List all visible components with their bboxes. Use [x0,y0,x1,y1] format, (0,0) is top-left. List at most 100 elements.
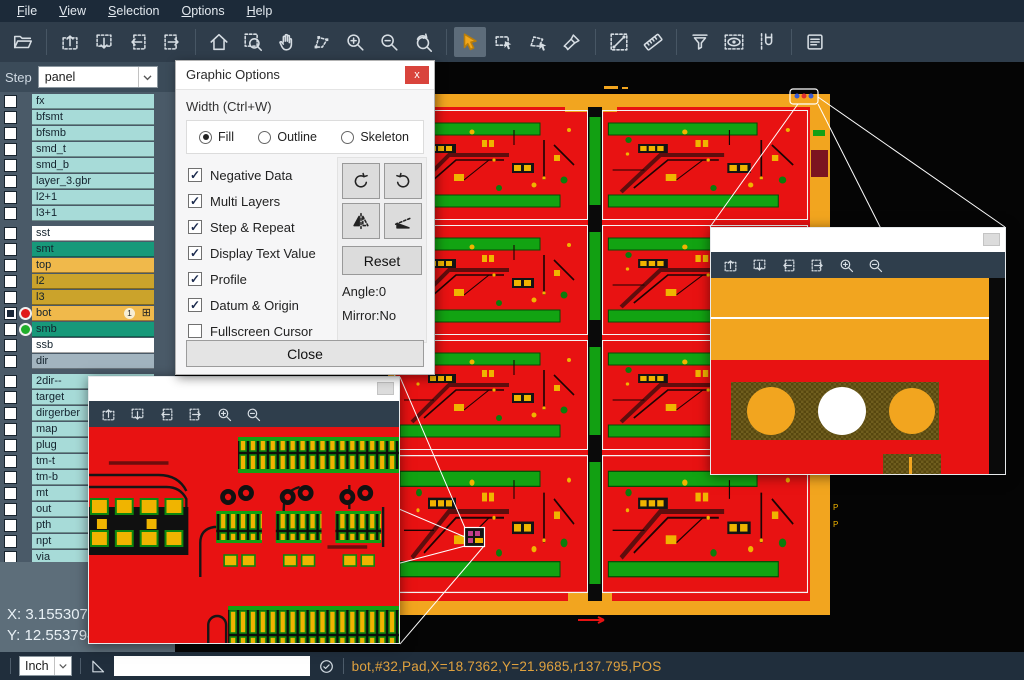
checkbox-box[interactable] [188,324,202,338]
layer-row-smt[interactable]: smt [0,242,175,257]
popup-titlebar[interactable] [89,377,399,401]
layer-row-smb[interactable]: smb [0,322,175,337]
magnifier-window-2[interactable] [710,227,1006,475]
filter-button[interactable] [684,27,716,57]
layer-visibility-checkbox[interactable] [4,503,17,516]
layer-visibility-checkbox[interactable] [4,243,17,256]
checkbox-box[interactable]: ✓ [188,194,202,208]
pan-hand-button[interactable] [271,27,303,57]
box-arrow-down-button[interactable] [749,255,769,275]
layer-row-smd-b[interactable]: smd_b [0,158,175,173]
rect-select-button[interactable] [488,27,520,57]
layer-visibility-checkbox[interactable] [4,275,17,288]
layer-visibility-checkbox[interactable] [4,259,17,272]
layer-visibility-checkbox[interactable] [4,227,17,240]
zoom-in-button[interactable] [836,255,856,275]
checkbox-box[interactable]: ✓ [188,272,202,286]
layer-name[interactable]: fx [32,94,154,109]
radio-outline[interactable]: Outline [258,130,317,144]
checkbox-display-text-value[interactable]: ✓Display Text Value [188,245,344,261]
layer-visibility-checkbox[interactable] [4,207,17,220]
checkbox-profile[interactable]: ✓Profile [188,271,344,287]
radio-circle[interactable] [341,131,354,144]
layer-visibility-checkbox[interactable] [4,291,17,304]
box-arrow-up-button[interactable] [720,255,740,275]
open-folder-button[interactable] [7,27,39,57]
menu-options[interactable]: Options [170,2,235,20]
layer-visibility-checkbox[interactable] [4,407,17,420]
checkbox-fullscreen-cursor[interactable]: Fullscreen Cursor [188,323,344,339]
layer-name[interactable]: l2 [32,274,154,289]
command-input[interactable] [114,656,310,676]
box-arrow-down-button[interactable] [127,404,147,424]
layer-row-fx[interactable]: fx [0,94,175,109]
zoom-in-button[interactable] [214,404,234,424]
layer-visibility-checkbox[interactable] [4,355,17,368]
checkbox-step-repeat[interactable]: ✓Step & Repeat [188,219,344,235]
layer-visibility-checkbox[interactable] [4,143,17,156]
layer-visibility-checkbox[interactable] [4,339,17,352]
box-arrow-left-button[interactable] [122,27,154,57]
brush-clear-button[interactable] [556,27,588,57]
select-cursor-button[interactable] [454,27,486,57]
layer-row-ssb[interactable]: ssb [0,338,175,353]
layer-row-bot[interactable]: bot1⊞ [0,306,175,321]
zoom-area-button[interactable] [237,27,269,57]
zoom-out-button[interactable] [865,255,885,275]
box-arrow-up-button[interactable] [54,27,86,57]
layer-visibility-checkbox[interactable] [4,307,17,320]
confirm-circle-icon[interactable] [318,658,335,675]
layer-name[interactable]: dir [32,354,154,369]
layer-name[interactable]: smb [32,322,154,337]
layer-name[interactable]: bot1⊞ [32,306,154,321]
layer-visibility-checkbox[interactable] [4,423,17,436]
checkbox-box[interactable]: ✓ [188,298,202,312]
rotate-cw-button[interactable] [342,163,380,199]
flip-horizontal-button[interactable] [342,203,380,239]
layer-row-l2-1[interactable]: l2+1 [0,190,175,205]
dialog-titlebar[interactable]: Graphic Options x [176,61,434,90]
layer-name[interactable]: smt [32,242,154,257]
menu-selection[interactable]: Selection [97,2,170,20]
layer-name[interactable]: l2+1 [32,190,154,205]
corner-measure-icon[interactable] [89,658,106,675]
layer-visibility-checkbox[interactable] [4,487,17,500]
layer-row-smd-t[interactable]: smd_t [0,142,175,157]
zoom-out-button[interactable] [373,27,405,57]
menu-help[interactable]: Help [236,2,284,20]
layer-visibility-checkbox[interactable] [4,159,17,172]
poly-select-button[interactable] [522,27,554,57]
zoom-out-button[interactable] [243,404,263,424]
layer-visibility-checkbox[interactable] [4,471,17,484]
checkbox-box[interactable]: ✓ [188,220,202,234]
layer-row-bfsmb[interactable]: bfsmb [0,126,175,141]
layer-visibility-checkbox[interactable] [4,535,17,548]
eye-box-button[interactable] [718,27,750,57]
layer-name[interactable]: layer_3.gbr [32,174,154,189]
chevron-down-icon[interactable] [54,657,71,675]
report-list-button[interactable] [799,27,831,57]
layer-name[interactable]: smd_b [32,158,154,173]
ruler-button[interactable] [637,27,669,57]
layer-grid-icon[interactable]: ⊞ [142,306,151,321]
dialog-close-icon[interactable]: x [405,66,429,84]
layer-name[interactable]: l3+1 [32,206,154,221]
layer-name[interactable]: sst [32,226,154,241]
layer-name[interactable]: bfsmt [32,110,154,125]
unit-select[interactable]: Inch [19,656,72,676]
close-button[interactable]: Close [186,340,424,367]
layer-name[interactable]: top [32,258,154,273]
layer-row-dir[interactable]: dir [0,354,175,369]
zoom-in-button[interactable] [339,27,371,57]
measure-line-button[interactable] [603,27,635,57]
radio-circle[interactable] [258,131,271,144]
layer-row-bfsmt[interactable]: bfsmt [0,110,175,125]
box-arrow-right-button[interactable] [807,255,827,275]
home-button[interactable] [203,27,235,57]
layer-name[interactable]: bfsmb [32,126,154,141]
layer-visibility-checkbox[interactable] [4,323,17,336]
layer-visibility-checkbox[interactable] [4,439,17,452]
rotate-ccw-button[interactable] [384,163,422,199]
box-arrow-right-button[interactable] [185,404,205,424]
radio-fill[interactable]: Fill [199,130,234,144]
